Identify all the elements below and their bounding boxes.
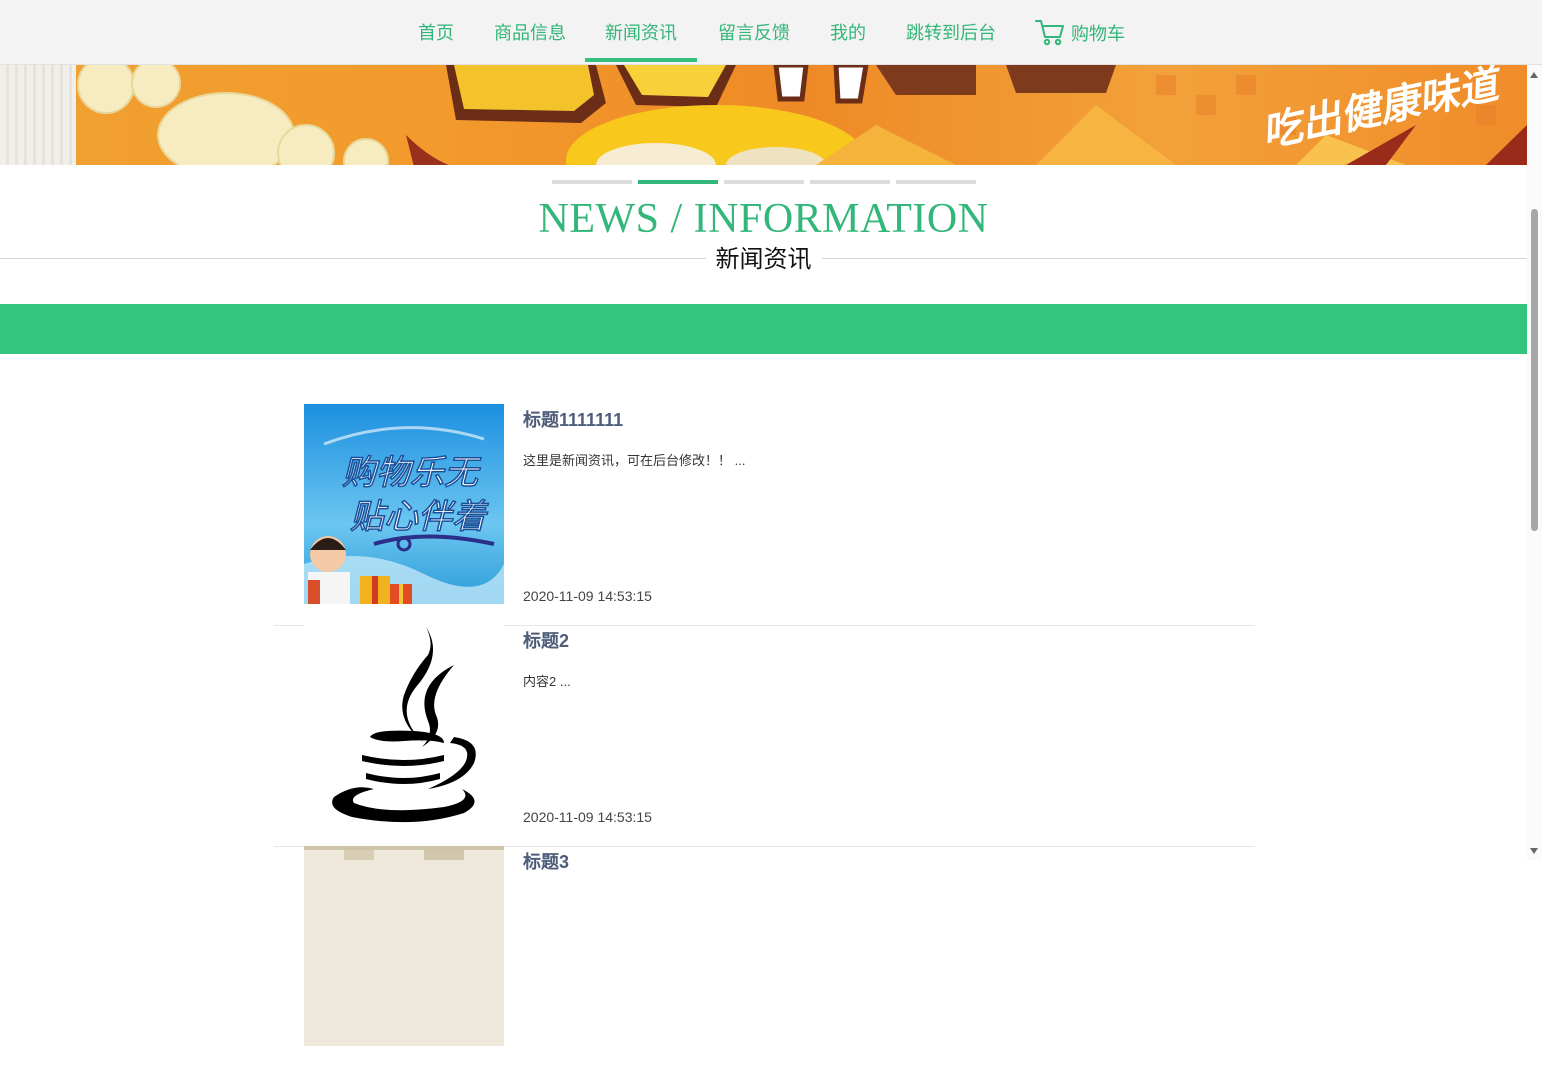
news-thumbnail[interactable] xyxy=(304,846,504,1046)
news-title[interactable]: 标题2 xyxy=(523,627,569,653)
image-caption-2: 贴心伴着 xyxy=(350,497,489,537)
news-thumbnail[interactable] xyxy=(304,625,504,825)
section-title-chinese: 新闻资讯 xyxy=(715,246,812,273)
banner-artwork: 吃出健康味道 xyxy=(77,65,1527,165)
nav-item-news[interactable]: 新闻资讯 xyxy=(585,0,697,64)
cart-label: 购物车 xyxy=(1071,24,1125,44)
news-title[interactable]: 标题1111111 xyxy=(523,406,623,432)
section-title-english: NEWS / INFORMATION xyxy=(538,196,989,242)
news-summary: 内容2 ... xyxy=(523,674,571,689)
carousel-indicator[interactable] xyxy=(810,180,890,184)
nav-item-home[interactable]: 首页 xyxy=(418,0,454,64)
carousel-indicator[interactable] xyxy=(896,180,976,184)
nav-item-feedback[interactable]: 留言反馈 xyxy=(718,0,790,64)
page-scrollbar[interactable] xyxy=(1527,65,1542,860)
news-thumbnail[interactable]: 购物乐无 贴心伴着 xyxy=(304,404,504,604)
scroll-up-arrow-icon[interactable] xyxy=(1530,72,1538,78)
carousel-indicator-active[interactable] xyxy=(638,180,718,184)
carousel-indicator[interactable] xyxy=(552,180,632,184)
carousel-indicator[interactable] xyxy=(724,180,804,184)
news-image-shopping: 购物乐无 贴心伴着 xyxy=(304,404,504,604)
nav-item-products[interactable]: 商品信息 xyxy=(494,0,566,64)
shopping-cart-icon xyxy=(1035,20,1064,46)
news-list-item[interactable]: 标题3 xyxy=(274,846,1255,1067)
news-timestamp: 2020-11-09 14:53:15 xyxy=(523,588,652,604)
top-navigation: 首页 商品信息 新闻资讯 留言反馈 我的 跳转到后台 购物车 xyxy=(0,0,1542,65)
nav-item-cart[interactable]: 购物车 xyxy=(1035,1,1125,65)
scroll-down-arrow-icon[interactable] xyxy=(1530,848,1538,854)
nav-item-mine[interactable]: 我的 xyxy=(830,0,866,64)
banner-slogan: 吃出健康味道 xyxy=(1258,65,1508,157)
news-timestamp: 2020-11-09 14:53:15 xyxy=(523,809,652,825)
java-coffee-logo xyxy=(304,625,504,825)
news-image-3 xyxy=(304,846,504,1046)
nav-item-admin[interactable]: 跳转到后台 xyxy=(906,0,996,64)
banner-image[interactable]: 吃出健康味道 xyxy=(76,65,1527,165)
news-summary: 这里是新闻资讯，可在后台修改！！ ... xyxy=(523,453,746,468)
image-caption-1: 购物乐无 xyxy=(342,453,481,493)
news-title[interactable]: 标题3 xyxy=(523,848,569,874)
news-list-item[interactable]: 购物乐无 贴心伴着 标题1111111 这里是新闻资讯，可在后台修改！！ ...… xyxy=(274,404,1255,626)
section-green-bar xyxy=(0,304,1527,354)
banner-side-texture xyxy=(0,65,76,165)
scrollbar-thumb[interactable] xyxy=(1531,209,1538,531)
news-list-item[interactable]: 标题2 内容2 ... 2020-11-09 14:53:15 xyxy=(274,625,1255,847)
